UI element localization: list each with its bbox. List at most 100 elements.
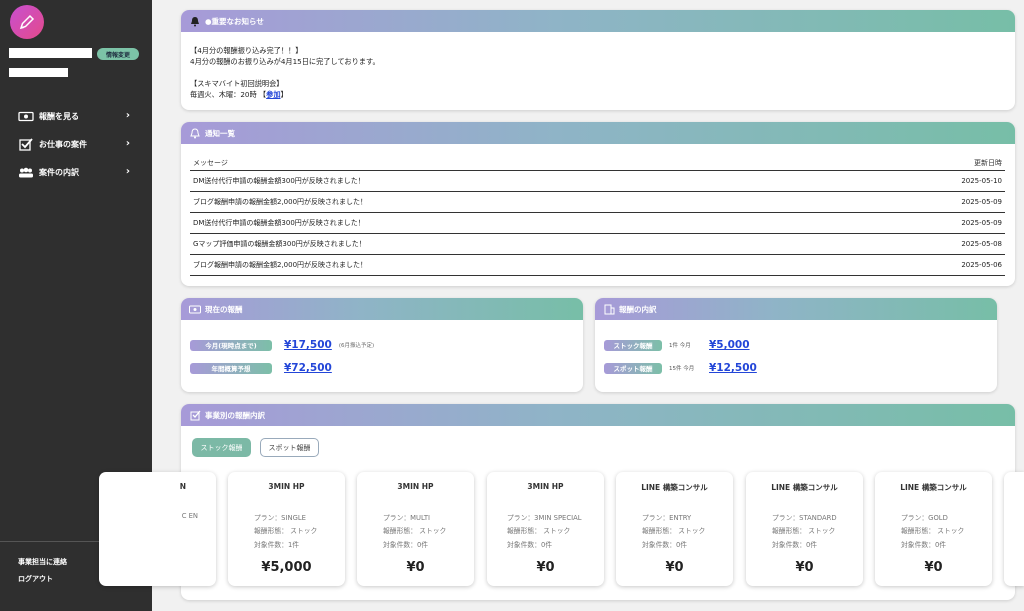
plan-title: 3MIN HP bbox=[268, 482, 305, 491]
plan-name: プラン：3MIN SPECIAL bbox=[507, 514, 582, 522]
notifications-table: メッセージ 更新日時 DM送付代行申請の報酬金額300円が反映されました！ 202… bbox=[190, 157, 1005, 276]
spot-pay-row: スポット報酬 15件 今月 ¥12,500 bbox=[604, 362, 757, 374]
important-notice-card: ●重要なお知らせ 【4月分の報酬振り込み完了！！】 4月分の報酬のお振り込みが4… bbox=[181, 10, 1015, 110]
plan-count: 対象件数：0件 bbox=[642, 541, 688, 549]
plan-name: プラン：SINGLE bbox=[254, 514, 306, 522]
card-title: 通知一覧 bbox=[205, 128, 235, 138]
logout-link[interactable]: ログアウト bbox=[18, 574, 53, 584]
join-link[interactable]: 参加 bbox=[266, 90, 280, 99]
checkbox-icon bbox=[18, 137, 34, 151]
notice-line: 【4月分の報酬振り込み完了！！】 bbox=[190, 46, 303, 55]
card-header: 現在の報酬 bbox=[181, 298, 583, 320]
notice-line: 4月分の報酬のお振り込みが4月15日に完了しております。 bbox=[190, 57, 380, 66]
plan-title: LINE 構築コンサル bbox=[771, 483, 838, 492]
stock-pay-label: ストック報酬 bbox=[604, 339, 662, 351]
plan-price: ¥0 bbox=[795, 560, 814, 575]
plan-card[interactable]: LINE 構築コンサル プラン：ENTRY 報酬形態： ストック 対象件数：0件… bbox=[616, 472, 733, 586]
monthly-pay-note: (6月振込予定) bbox=[338, 343, 375, 349]
plan-card[interactable]: 3MIN HP プラン：3MIN SPECIAL 報酬形態： ストック 対象件数… bbox=[487, 472, 604, 586]
tab-stock-reward[interactable]: ストック報酬 bbox=[192, 438, 251, 457]
pen-icon bbox=[19, 14, 35, 30]
plan-title: 3MIN HP bbox=[527, 482, 564, 491]
message-cell: Gマップ評価申請の報酬金額300円が反映されました！ bbox=[190, 233, 838, 255]
plan-card[interactable]: LINE 構築コンサル プラン：GOLD 報酬形態： ストック 対象件数：0件 … bbox=[875, 472, 992, 586]
plan-name: プラン：MULTI bbox=[383, 514, 431, 522]
spot-pay-amount[interactable]: ¥12,500 bbox=[709, 362, 757, 374]
nav-item-breakdown[interactable]: 案件の内訳 › bbox=[18, 164, 134, 180]
message-cell: ブログ報酬申請の報酬金額2,000円が反映されました！ bbox=[190, 191, 838, 213]
plan-form: 報酬形態： ストック bbox=[383, 527, 447, 535]
monthly-pay-amount[interactable]: ¥17,500 bbox=[284, 339, 332, 351]
table-row[interactable]: ブログ報酬申請の報酬金額2,000円が反映されました！ 2025-05-06 bbox=[190, 254, 1005, 276]
bell-icon bbox=[189, 15, 201, 27]
plan-count: 対象件数：0件 bbox=[383, 541, 429, 549]
plan-title: LINE 構築コンサル bbox=[641, 483, 708, 492]
nav-label: 案件の内訳 bbox=[39, 167, 79, 177]
user-name-redacted bbox=[9, 48, 92, 58]
plan-card[interactable]: 3MIN HP プラン：MULTI 報酬形態： ストック 対象件数：0件 ¥0 bbox=[357, 472, 474, 586]
building-icon bbox=[603, 303, 615, 315]
plan-card-partial[interactable]: N C EN bbox=[99, 472, 216, 586]
card-header: 報酬の内訳 bbox=[595, 298, 997, 320]
column-header-date: 更新日時 bbox=[837, 157, 1005, 171]
plan-name: プラン：STANDARD bbox=[772, 514, 837, 522]
notice-line: 毎週火、木曜：20時 【参加】 bbox=[190, 90, 288, 99]
nav-item-jobs[interactable]: お仕事の案件 › bbox=[18, 136, 134, 152]
plan-form: 報酬形態： ストック bbox=[507, 527, 571, 535]
card-header: 通知一覧 bbox=[181, 122, 1015, 144]
nav-label: 報酬を見る bbox=[39, 111, 79, 121]
date-cell: 2025-05-09 bbox=[837, 191, 1005, 213]
notifications-card: 通知一覧 メッセージ 更新日時 DM送付代行申請の報酬金額300円が反映されまし… bbox=[181, 122, 1015, 286]
spot-pay-label: スポット報酬 bbox=[604, 362, 662, 374]
plan-price: ¥5,000 bbox=[261, 560, 312, 575]
plan-card[interactable]: LINE 構築コンサル プラン：STANDARD 報酬形態： ストック 対象件数… bbox=[746, 472, 863, 586]
notice-body: 【4月分の報酬振り込み完了！！】 4月分の報酬のお振り込みが4月15日に完了して… bbox=[181, 32, 1015, 110]
stock-pay-count: 1件 今月 bbox=[669, 343, 691, 349]
date-cell: 2025-05-10 bbox=[837, 170, 1005, 192]
stock-pay-amount[interactable]: ¥5,000 bbox=[709, 339, 750, 351]
logo[interactable] bbox=[10, 5, 44, 39]
card-title: 報酬の内訳 bbox=[619, 304, 657, 314]
users-icon bbox=[18, 166, 34, 178]
monthly-pay-label: 今月(現時点まで) bbox=[190, 339, 272, 351]
message-cell: ブログ報酬申請の報酬金額2,000円が反映されました！ bbox=[190, 254, 838, 276]
chevron-right-icon: › bbox=[125, 138, 130, 149]
plan-form: 報酬形態： ストック bbox=[254, 527, 318, 535]
plan-name: プラン：GOLD bbox=[901, 514, 948, 522]
tab-spot-reward[interactable]: スポット報酬 bbox=[260, 438, 319, 457]
card-title: ●重要なお知らせ bbox=[205, 16, 264, 26]
chevron-right-icon: › bbox=[125, 110, 130, 121]
yearly-pay-amount[interactable]: ¥72,500 bbox=[284, 362, 332, 374]
column-header-message: メッセージ bbox=[190, 157, 838, 171]
plan-price: ¥0 bbox=[536, 560, 555, 575]
plan-card[interactable]: 3MIN HP プラン：SINGLE 報酬形態： ストック 対象件数：1件 ¥5… bbox=[228, 472, 345, 586]
nav-item-view-rewards[interactable]: 報酬を見る › bbox=[18, 108, 134, 124]
date-cell: 2025-05-09 bbox=[837, 212, 1005, 234]
message-cell: DM送付代行申請の報酬金額300円が反映されました！ bbox=[190, 170, 838, 192]
table-row[interactable]: ブログ報酬申請の報酬金額2,000円が反映されました！ 2025-05-09 bbox=[190, 191, 1005, 213]
plan-form: 報酬形態： ストック bbox=[772, 527, 836, 535]
current-pay-card: 現在の報酬 今月(現時点まで) ¥17,500 (6月振込予定) 年間概算予想 … bbox=[181, 298, 583, 392]
plan-count: 対象件数：0件 bbox=[507, 541, 553, 549]
card-header: 事業別の報酬内訳 bbox=[181, 404, 1015, 426]
bell-outline-icon bbox=[189, 127, 201, 139]
card-header: ●重要なお知らせ bbox=[181, 10, 1015, 32]
date-cell: 2025-05-08 bbox=[837, 233, 1005, 255]
plan-price: ¥0 bbox=[406, 560, 425, 575]
plan-card-partial[interactable] bbox=[1004, 472, 1024, 586]
message-cell: DM送付代行申請の報酬金額300円が反映されました！ bbox=[190, 212, 838, 234]
profile-edit-button[interactable]: 情報変更 bbox=[97, 48, 139, 60]
plan-price: ¥0 bbox=[924, 560, 943, 575]
table-row[interactable]: DM送付代行申請の報酬金額300円が反映されました！ 2025-05-09 bbox=[190, 212, 1005, 234]
plan-title: N bbox=[179, 482, 186, 491]
plan-line: C EN bbox=[181, 512, 198, 520]
table-row[interactable]: DM送付代行申請の報酬金額300円が反映されました！ 2025-05-10 bbox=[190, 170, 1005, 192]
plan-form: 報酬形態： ストック bbox=[642, 527, 706, 535]
pay-breakdown-card: 報酬の内訳 ストック報酬 1件 今月 ¥5,000 スポット報酬 15件 今月 … bbox=[595, 298, 997, 392]
contact-link[interactable]: 事業担当に連絡 bbox=[18, 557, 67, 567]
table-row[interactable]: Gマップ評価申請の報酬金額300円が反映されました！ 2025-05-08 bbox=[190, 233, 1005, 255]
monthly-pay-row: 今月(現時点まで) ¥17,500 (6月振込予定) bbox=[190, 339, 374, 351]
money-icon bbox=[189, 303, 201, 315]
money-icon bbox=[18, 110, 34, 122]
card-title: 事業別の報酬内訳 bbox=[205, 410, 265, 420]
